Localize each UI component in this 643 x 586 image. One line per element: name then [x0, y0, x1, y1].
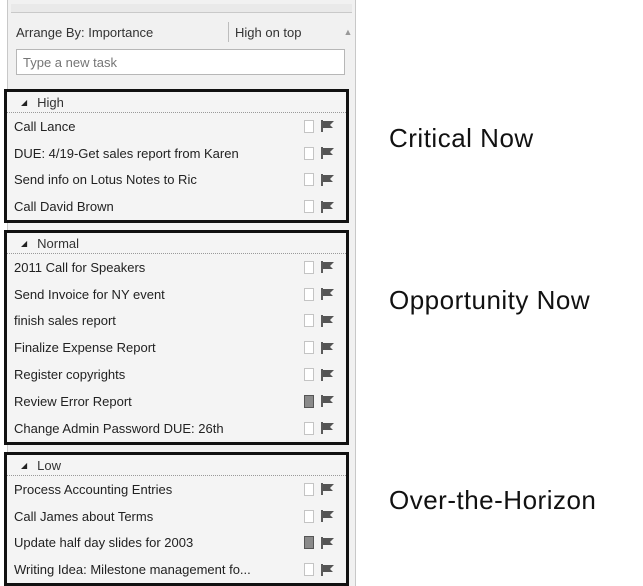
- task-row[interactable]: Register copyrights: [7, 361, 346, 388]
- task-row[interactable]: Send Invoice for NY event: [7, 281, 346, 308]
- flag-icon[interactable]: [320, 536, 336, 550]
- task-group-high: ◢ High Call Lance DUE: 4/19-Get sales repor…: [4, 89, 349, 224]
- task-subject: 2011 Call for Speakers: [14, 259, 146, 275]
- collapse-triangle-icon[interactable]: ◢: [21, 239, 27, 248]
- group-header[interactable]: ◢ Normal: [7, 233, 346, 254]
- task-subject: Call Lance: [14, 118, 76, 134]
- category-checkbox[interactable]: [304, 421, 314, 435]
- task-subject: finish sales report: [14, 313, 116, 329]
- task-row[interactable]: Change Admin Password DUE: 26th: [7, 415, 346, 442]
- category-checkbox[interactable]: [304, 482, 314, 496]
- task-row[interactable]: Process Accounting Entries: [7, 476, 346, 503]
- group-header-label: High: [37, 94, 64, 110]
- flag-icon[interactable]: [320, 368, 336, 382]
- task-subject: DUE: 4/19-Get sales report from Karen: [14, 145, 239, 161]
- category-checkbox[interactable]: [304, 200, 314, 214]
- task-subject: Send Invoice for NY event: [14, 286, 165, 302]
- task-row[interactable]: 2011 Call for Speakers: [7, 254, 346, 281]
- task-row[interactable]: Send info on Lotus Notes to Ric: [7, 167, 346, 194]
- task-subject: Update half day slides for 2003: [14, 535, 194, 551]
- category-checkbox[interactable]: [304, 368, 314, 382]
- task-subject: Call David Brown: [14, 199, 114, 215]
- flag-icon[interactable]: [320, 287, 336, 301]
- group-header-label: Low: [37, 457, 62, 473]
- new-task-input[interactable]: [16, 49, 345, 75]
- category-checkbox[interactable]: [304, 563, 314, 577]
- task-subject: Send info on Lotus Notes to Ric: [14, 172, 197, 188]
- arrange-by-label[interactable]: Arrange By: Importance: [8, 25, 228, 40]
- flag-icon[interactable]: [320, 314, 336, 328]
- category-checkbox[interactable]: [304, 394, 314, 408]
- flag-icon[interactable]: [320, 200, 336, 214]
- task-subject: Review Error Report: [14, 393, 132, 409]
- category-checkbox[interactable]: [304, 119, 314, 133]
- priority-label: Opportunity Now: [389, 285, 591, 315]
- task-group-low: ◢ Low Process Accounting Entries Call James…: [4, 452, 349, 586]
- task-subject: Change Admin Password DUE: 26th: [14, 420, 224, 436]
- group-header-label: Normal: [37, 235, 80, 251]
- panel-top-strip: [11, 4, 352, 13]
- category-checkbox[interactable]: [304, 314, 314, 328]
- category-checkbox[interactable]: [304, 509, 314, 523]
- task-row[interactable]: Writing Idea: Milestone management fo...: [7, 556, 346, 583]
- arrange-divider: [228, 22, 229, 42]
- flag-icon[interactable]: [320, 341, 336, 355]
- task-row[interactable]: Update half day slides for 2003: [7, 530, 346, 557]
- flag-icon[interactable]: [320, 146, 336, 160]
- flag-icon[interactable]: [320, 394, 336, 408]
- task-row[interactable]: finish sales report: [7, 308, 346, 335]
- category-checkbox[interactable]: [304, 146, 314, 160]
- task-group-normal: ◢ Normal 2011 Call for Speakers Send Invoic…: [4, 230, 349, 445]
- group-header[interactable]: ◢ Low: [7, 455, 346, 476]
- sort-order-label[interactable]: High on top: [235, 25, 339, 40]
- task-subject: Writing Idea: Milestone management fo...: [14, 562, 251, 578]
- flag-icon[interactable]: [320, 509, 336, 523]
- task-row[interactable]: Finalize Expense Report: [7, 334, 346, 361]
- flag-icon[interactable]: [320, 260, 336, 274]
- task-subject: Process Accounting Entries: [14, 481, 173, 497]
- task-row[interactable]: Call James about Terms: [7, 503, 346, 530]
- flag-icon[interactable]: [320, 119, 336, 133]
- task-row[interactable]: Call Lance: [7, 113, 346, 140]
- task-subject: Finalize Expense Report: [14, 340, 156, 356]
- collapse-triangle-icon[interactable]: ◢: [21, 98, 27, 107]
- category-checkbox[interactable]: [304, 173, 314, 187]
- flag-icon[interactable]: [320, 173, 336, 187]
- task-row[interactable]: DUE: 4/19-Get sales report from Karen: [7, 140, 346, 167]
- task-subject: Register copyrights: [14, 367, 126, 383]
- collapse-triangle-icon[interactable]: ◢: [21, 461, 27, 470]
- category-checkbox[interactable]: [304, 287, 314, 301]
- priority-label: Critical Now: [389, 123, 534, 153]
- category-checkbox[interactable]: [304, 341, 314, 355]
- task-row[interactable]: Call David Brown: [7, 193, 346, 220]
- group-header[interactable]: ◢ High: [7, 92, 346, 113]
- priority-label: Over-the-Horizon: [389, 485, 597, 515]
- flag-icon[interactable]: [320, 421, 336, 435]
- arrange-bar[interactable]: Arrange By: Importance High on top ▲: [8, 19, 357, 45]
- flag-icon[interactable]: [320, 482, 336, 496]
- category-checkbox[interactable]: [304, 536, 314, 550]
- task-row[interactable]: Review Error Report: [7, 388, 346, 415]
- scroll-up-icon[interactable]: ▲: [339, 27, 357, 37]
- category-checkbox[interactable]: [304, 260, 314, 274]
- flag-icon[interactable]: [320, 563, 336, 577]
- task-subject: Call James about Terms: [14, 508, 154, 524]
